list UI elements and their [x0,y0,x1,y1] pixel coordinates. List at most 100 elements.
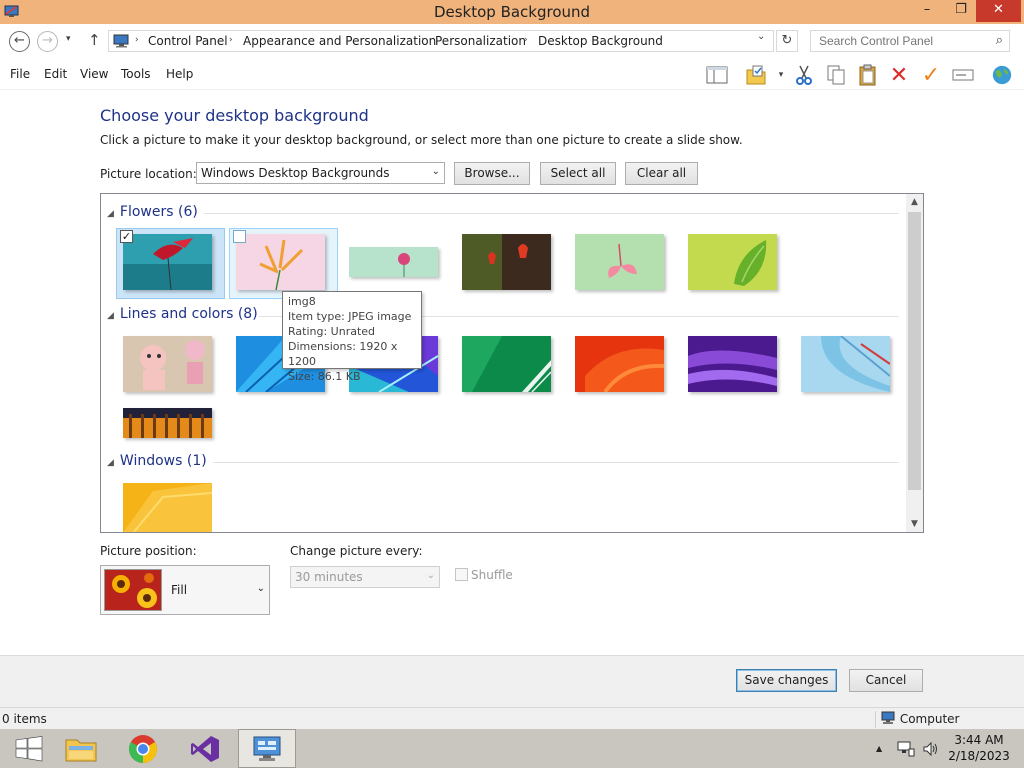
rename-icon[interactable] [952,64,974,86]
group-title: Flowers (6) [119,204,198,220]
tooltip-type: Item type: JPEG image [288,310,412,323]
menu-file[interactable]: File [10,67,30,81]
wallpaper-thumbnail[interactable] [123,336,212,392]
volume-icon[interactable] [922,741,940,760]
scroll-thumb[interactable] [908,212,921,490]
windows-logo-icon [15,735,43,761]
wallpaper-checkbox[interactable] [233,230,246,243]
crumb-separator: › [229,35,233,45]
wallpaper-thumbnail[interactable] [349,247,438,277]
wallpaper-thumbnail[interactable] [123,408,212,438]
network-icon[interactable] [897,741,915,760]
search-input[interactable] [811,31,979,51]
up-button[interactable]: ↑ [88,31,101,49]
select-all-button[interactable]: Select all [540,162,616,185]
change-interval-value: 30 minutes [295,570,363,584]
shuffle-label: Shuffle [471,568,513,582]
refresh-button[interactable]: ↻ [776,30,798,52]
change-picture-label: Change picture every: [290,544,423,558]
chrome-icon [129,734,157,763]
address-history-dropdown[interactable]: ⌄ [757,31,765,42]
menu-view[interactable]: View [80,67,108,81]
wallpaper-thumbnail[interactable] [688,336,777,392]
group-title: Lines and colors (8) [119,306,258,322]
group-title: Windows (1) [119,453,207,469]
control-panel-icon [113,34,129,48]
globe-icon[interactable] [991,64,1013,86]
taskbar-file-explorer[interactable] [52,729,110,768]
wallpaper-thumbnail[interactable] [688,234,777,290]
group-header-flowers[interactable]: ◢ Flowers (6) [107,204,198,220]
picture-position-select[interactable]: Fill ⌄ [100,565,270,615]
crumb-separator: › [421,35,425,45]
delete-icon[interactable]: ✕ [888,63,910,88]
menu-help[interactable]: Help [166,67,193,81]
item-count: 0 items [2,712,47,726]
clock-time: 3:44 AM [954,733,1004,747]
group-header-windows[interactable]: ◢ Windows (1) [107,453,207,469]
properties-icon[interactable] [745,64,767,86]
status-computer: Computer [875,711,959,728]
page-description: Click a picture to make it your desktop … [100,133,743,147]
recent-locations-dropdown[interactable]: ▾ [66,34,71,44]
tooltip-name: img8 [288,295,316,308]
maximize-button[interactable]: ❐ [946,0,976,22]
paste-icon[interactable] [857,64,879,86]
scroll-up-arrow[interactable]: ▲ [906,197,923,207]
menu-edit[interactable]: Edit [44,67,67,81]
wallpaper-thumbnail[interactable] [801,336,890,392]
save-changes-button[interactable]: Save changes [736,669,837,692]
dialog-footer: Save changes Cancel [0,655,1024,707]
shuffle-checkbox[interactable]: Shuffle [455,568,513,582]
collapse-icon: ◢ [107,311,114,321]
forward-button[interactable]: → [37,31,58,52]
gallery-scrollbar[interactable]: ▲ ▼ [906,194,923,532]
search-box: ⌕ [810,30,1010,52]
breadcrumb-appearance[interactable]: Appearance and Personalization [243,34,436,48]
dropdown-icon[interactable]: ▾ [770,64,792,86]
taskbar-chrome[interactable] [114,729,172,768]
wallpaper-thumbnail[interactable] [462,336,551,392]
wallpaper-thumbnail[interactable] [575,336,664,392]
title-bar: Desktop Background – ❐ ✕ [0,0,1024,24]
copy-icon[interactable] [825,64,847,86]
wallpaper-checkbox-checked[interactable]: ✓ [120,230,133,243]
search-icon[interactable]: ⌕ [996,33,1003,48]
picture-position-label: Picture position: [100,544,197,558]
position-preview [104,569,162,611]
menu-tools[interactable]: Tools [121,67,151,81]
wallpaper-thumbnail[interactable] [123,483,212,532]
taskbar-visual-studio[interactable] [176,729,234,768]
address-box[interactable]: › Control Panel › Appearance and Persona… [108,30,774,52]
taskbar-clock[interactable]: 3:44 AM 2/18/2023 [948,732,1010,764]
clock-date: 2/18/2023 [948,749,1010,763]
checkbox-box[interactable] [455,568,468,581]
browse-button[interactable]: Browse... [454,162,530,185]
checkmark-icon[interactable]: ✓ [920,63,942,88]
layout-pane-icon[interactable] [706,64,728,86]
folder-icon [65,739,97,761]
group-divider [213,462,899,463]
wallpaper-thumbnail[interactable] [236,234,325,290]
breadcrumb-control-panel[interactable]: Control Panel [148,34,228,48]
minimize-button[interactable]: – [912,0,942,22]
back-button[interactable]: ← [9,31,30,52]
clear-all-button[interactable]: Clear all [625,162,698,185]
breadcrumb-personalization[interactable]: Personalization [435,34,526,48]
scroll-down-arrow[interactable]: ▼ [906,519,923,529]
taskbar-control-panel[interactable] [238,729,296,768]
show-hidden-icons[interactable]: ▲ [876,744,882,753]
picture-location-select[interactable]: Windows Desktop Backgrounds ⌄ [196,162,445,184]
cancel-button[interactable]: Cancel [849,669,923,692]
computer-label: Computer [899,712,960,726]
close-button[interactable]: ✕ [976,0,1021,22]
change-interval-select[interactable]: 30 minutes ⌄ [290,566,440,588]
wallpaper-thumbnail[interactable] [123,234,212,290]
breadcrumb-desktop-background[interactable]: Desktop Background [538,34,663,48]
wallpaper-thumbnail[interactable] [462,234,551,290]
start-button[interactable] [0,729,58,768]
control-panel-icon [253,736,281,761]
wallpaper-thumbnail[interactable] [575,234,664,290]
cut-icon[interactable] [793,64,815,86]
group-header-lines-and-colors[interactable]: ◢ Lines and colors (8) [107,306,258,322]
